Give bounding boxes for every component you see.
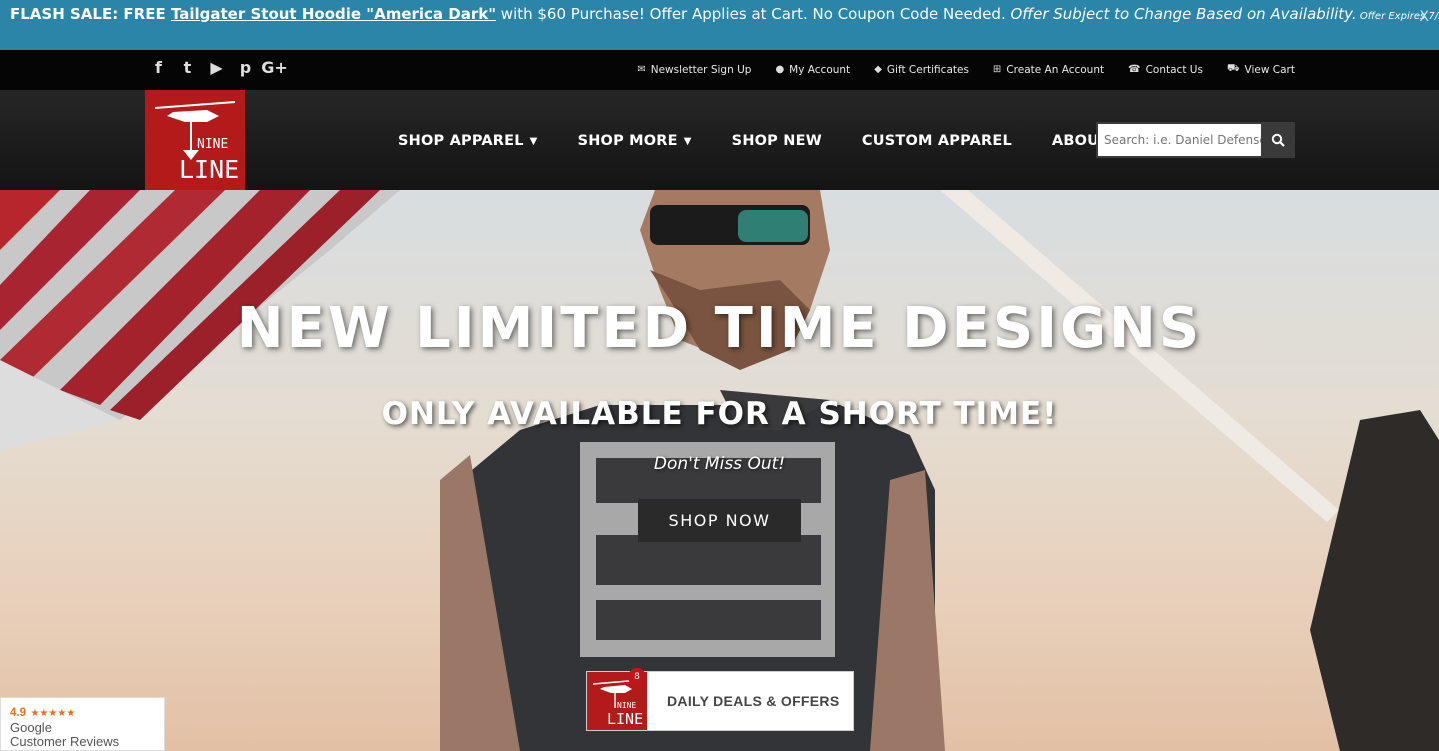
create-account-label: Create An Account	[1006, 63, 1105, 76]
cart-icon: ⛟	[1226, 63, 1240, 74]
twitter-icon[interactable]: t	[173, 58, 202, 78]
contact-us-label: Contact Us	[1145, 63, 1203, 76]
hero-subtitle: ONLY AVAILABLE FOR A SHORT TIME!	[381, 396, 1058, 432]
envelope-icon: ✉	[637, 64, 646, 75]
google-plus-icon[interactable]: G+	[260, 58, 289, 78]
social-links: f t ▶ p G+	[144, 58, 289, 78]
phone-icon: ☎	[1128, 64, 1141, 75]
logo-line2: LINE	[179, 155, 239, 184]
gift-certificates-label: Gift Certificates	[886, 63, 969, 76]
menu-shop-new[interactable]: SHOP NEW	[732, 133, 822, 149]
search-box	[1096, 122, 1295, 158]
pinterest-icon[interactable]: p	[231, 58, 260, 78]
flash-product-link[interactable]: Tailgater Stout Hoodie "America Dark"	[171, 5, 496, 23]
newsletter-label: Newsletter Sign Up	[650, 63, 752, 76]
newsletter-link[interactable]: ✉ Newsletter Sign Up	[637, 63, 751, 76]
site-logo[interactable]: NINE LINE	[145, 90, 245, 190]
utility-bar: f t ▶ p G+ ✉ Newsletter Sign Up ● My Accou…	[0, 50, 1439, 90]
facebook-icon[interactable]: f	[144, 58, 173, 78]
menu-shop-apparel[interactable]: SHOP APPAREL ▼	[398, 133, 538, 149]
logo-line1: NINE	[197, 137, 228, 152]
hero-tagline: Don't Miss Out!	[653, 454, 786, 474]
review-rating: 4.9	[10, 707, 26, 719]
plus-square-icon: ⊞	[992, 64, 1002, 75]
deals-logo-line2: LINE	[607, 710, 643, 728]
hero-banner[interactable]: NEW LIMITED TIME DESIGNS ONLY AVAILABLE …	[0, 190, 1439, 751]
my-account-link[interactable]: ● My Account	[775, 63, 850, 76]
search-icon	[1271, 133, 1285, 147]
view-cart-label: View Cart	[1244, 63, 1295, 76]
contact-us-link[interactable]: ☎ Contact Us	[1128, 63, 1203, 76]
menu-shop-more-label: SHOP MORE	[577, 133, 678, 149]
deals-count-badge: 8	[628, 668, 646, 686]
search-button[interactable]	[1261, 122, 1295, 158]
create-account-link[interactable]: ⊞ Create An Account	[993, 63, 1104, 76]
flash-middle: with $60 Purchase! Offer Applies at Cart…	[496, 5, 1011, 23]
customer-reviews-label: Customer Reviews	[10, 734, 120, 749]
menu-shop-apparel-label: SHOP APPAREL	[398, 133, 524, 149]
flash-lead: FLASH SALE: FREE	[10, 5, 171, 23]
tag-icon: ◆	[874, 64, 882, 75]
deals-label: DAILY DEALS & OFFERS	[667, 693, 840, 709]
google-label: Google	[10, 720, 52, 735]
search-input[interactable]	[1098, 124, 1261, 156]
menu-custom-apparel[interactable]: CUSTOM APPAREL	[862, 133, 1012, 149]
gift-certificates-link[interactable]: ◆ Gift Certificates	[874, 63, 969, 76]
caret-down-icon: ▼	[529, 135, 538, 147]
star-rating-icon: ★★★★★	[30, 708, 76, 719]
flash-sale-banner: FLASH SALE: FREE Tailgater Stout Hoodie …	[0, 0, 1439, 50]
deals-logo-line1: NINE	[617, 701, 636, 710]
primary-menu: SHOP APPAREL ▼ SHOP MORE ▼ SHOP NEW CUSTOM…	[398, 133, 1151, 149]
main-navigation: NINE LINE SHOP APPAREL ▼ SHOP MORE ▼ SHOP …	[0, 90, 1439, 190]
shop-now-button[interactable]: SHOP NOW	[638, 499, 801, 542]
menu-shop-more[interactable]: SHOP MORE ▼	[578, 133, 692, 149]
menu-shop-new-label: SHOP NEW	[731, 133, 822, 149]
menu-custom-apparel-label: CUSTOM APPAREL	[861, 133, 1012, 149]
view-cart-link[interactable]: ⛟ View Cart	[1227, 63, 1295, 76]
close-icon[interactable]: X	[1419, 10, 1429, 24]
user-icon: ●	[775, 64, 785, 75]
caret-down-icon: ▼	[683, 135, 692, 147]
daily-deals-widget[interactable]: NINE LINE 8 DAILY DEALS & OFFERS	[586, 668, 854, 731]
my-account-label: My Account	[789, 63, 851, 76]
hero-title: NEW LIMITED TIME DESIGNS	[236, 296, 1203, 361]
google-reviews-badge[interactable]: 4.9 ★★★★★ Google Customer Reviews	[0, 697, 165, 751]
flash-italic: Offer Subject to Change Based on Availab…	[1010, 5, 1357, 23]
youtube-icon[interactable]: ▶	[202, 58, 231, 78]
helicopter-logo-icon: NINE LINE	[145, 90, 245, 190]
account-links: ✉ Newsletter Sign Up ● My Account ◆ Gift Ce…	[637, 63, 1295, 76]
